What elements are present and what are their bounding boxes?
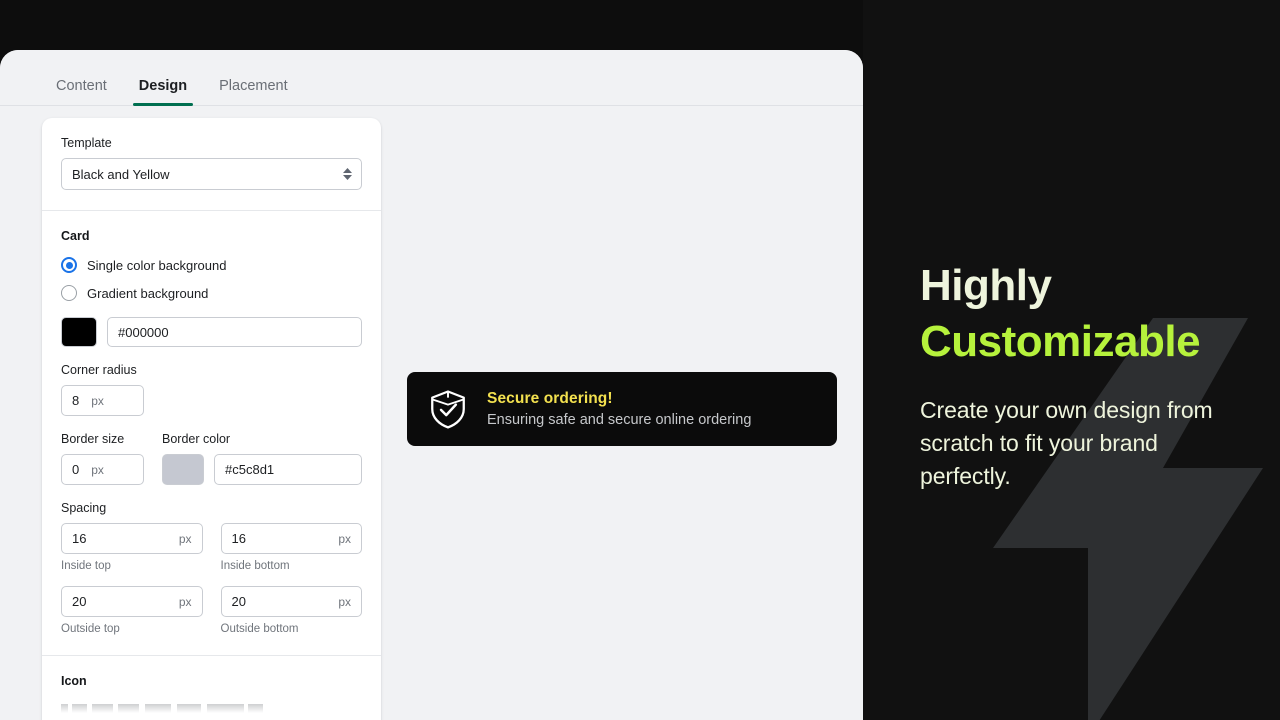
inside-top-group: 16 px Inside top — [61, 523, 203, 572]
tab-design[interactable]: Design — [123, 78, 203, 106]
promo-headline-line2: Customizable — [920, 317, 1201, 366]
promo-content: Highly Customizable Create your own desi… — [920, 258, 1250, 493]
outside-bottom-helper: Outside bottom — [220, 623, 299, 635]
outside-top-unit: px — [178, 594, 192, 609]
promo-headline-line1: Highly — [920, 261, 1052, 310]
radio-icon-selected — [61, 257, 77, 273]
notification-preview-card[interactable]: Secure ordering! Ensuring safe and secur… — [407, 372, 837, 446]
inside-bottom-input[interactable]: 16 px — [220, 523, 362, 554]
spacing-label: Spacing — [61, 501, 107, 515]
template-select-value: Black and Yellow — [72, 166, 170, 182]
section-icon: Icon — [42, 655, 381, 720]
app-window: Content Design Placement Template Black … — [0, 50, 863, 720]
promo-panel: Highly Customizable Create your own desi… — [863, 0, 1280, 720]
inside-top-value: 16 — [72, 531, 87, 546]
shield-check-icon — [431, 390, 465, 429]
spacing-group: Spacing 16 px Inside top 16 px Inside bo… — [61, 501, 362, 635]
radio-icon-unselected — [61, 285, 77, 301]
spacing-row-outside: 20 px Outside top 20 px Outside bottom — [61, 586, 362, 635]
radio-gradient-background[interactable]: Gradient background — [61, 285, 362, 301]
inside-bottom-unit: px — [338, 531, 351, 546]
icon-section-title: Icon — [61, 674, 87, 688]
border-row: Border size 0 px Border color #c5c8d1 — [61, 432, 362, 485]
border-color-swatch[interactable] — [162, 454, 204, 485]
inside-bottom-helper: Inside bottom — [220, 560, 290, 572]
border-size-group: Border size 0 px — [61, 432, 144, 485]
corner-radius-input[interactable]: 8 px — [61, 385, 144, 416]
outside-bottom-group: 20 px Outside bottom — [220, 586, 362, 635]
chevron-up-down-icon — [343, 168, 352, 180]
section-card: Card Single color background Gradient ba… — [42, 210, 381, 655]
border-size-input[interactable]: 0 px — [61, 454, 144, 485]
corner-radius-label: Corner radius — [61, 363, 137, 377]
inside-bottom-group: 16 px Inside bottom — [220, 523, 362, 572]
tab-placement[interactable]: Placement — [203, 78, 304, 106]
border-size-value: 0 — [72, 462, 80, 477]
background-color-swatch[interactable] — [61, 317, 97, 347]
border-color-row: #c5c8d1 — [162, 454, 362, 485]
tab-bar: Content Design Placement — [0, 50, 863, 106]
radio-label-gradient: Gradient background — [87, 285, 209, 301]
spacing-row-inside: 16 px Inside top 16 px Inside bottom — [61, 523, 362, 572]
border-color-value: #c5c8d1 — [225, 462, 275, 477]
section-template: Template Black and Yellow — [42, 118, 381, 210]
template-select[interactable]: Black and Yellow — [61, 158, 362, 190]
screen-root: Highly Customizable Create your own desi… — [0, 0, 1280, 720]
inside-bottom-value: 16 — [231, 531, 246, 546]
card-section-title: Card — [61, 229, 90, 243]
design-settings-card: Template Black and Yellow Card Single co… — [42, 118, 381, 720]
border-color-input[interactable]: #c5c8d1 — [214, 454, 362, 485]
border-size-label: Border size — [61, 432, 125, 446]
icon-section-clipped-text — [61, 704, 266, 713]
outside-bottom-input[interactable]: 20 px — [220, 586, 362, 617]
notification-subtitle: Ensuring safe and secure online ordering — [487, 412, 752, 428]
template-label: Template — [61, 136, 112, 150]
inside-top-input[interactable]: 16 px — [61, 523, 203, 554]
border-size-unit: px — [91, 462, 104, 477]
radio-single-color-background[interactable]: Single color background — [61, 257, 362, 273]
outside-bottom-value: 20 — [231, 594, 246, 609]
notification-title: Secure ordering! — [487, 390, 613, 407]
corner-radius-unit: px — [91, 393, 104, 408]
border-color-label: Border color — [162, 432, 231, 446]
tab-content[interactable]: Content — [40, 78, 123, 106]
border-color-group: Border color #c5c8d1 — [162, 432, 362, 485]
inside-top-helper: Inside top — [61, 560, 111, 572]
notification-text-block: Secure ordering! Ensuring safe and secur… — [487, 390, 751, 428]
background-color-row: #000000 — [61, 317, 362, 347]
outside-top-group: 20 px Outside top — [61, 586, 203, 635]
outside-bottom-unit: px — [338, 594, 351, 609]
preview-pane: Secure ordering! Ensuring safe and secur… — [381, 106, 863, 720]
outside-top-helper: Outside top — [61, 623, 120, 635]
outside-top-input[interactable]: 20 px — [61, 586, 203, 617]
background-color-input[interactable]: #000000 — [107, 317, 362, 347]
background-color-value: #000000 — [118, 324, 169, 340]
corner-radius-value: 8 — [72, 393, 80, 408]
inside-top-unit: px — [178, 531, 192, 546]
corner-radius-group: Corner radius 8 px — [61, 363, 362, 416]
outside-top-value: 20 — [72, 594, 87, 609]
radio-label-single-color: Single color background — [87, 257, 227, 273]
window-body: Template Black and Yellow Card Single co… — [0, 106, 863, 720]
promo-body-text: Create your own design from scratch to f… — [920, 397, 1213, 489]
